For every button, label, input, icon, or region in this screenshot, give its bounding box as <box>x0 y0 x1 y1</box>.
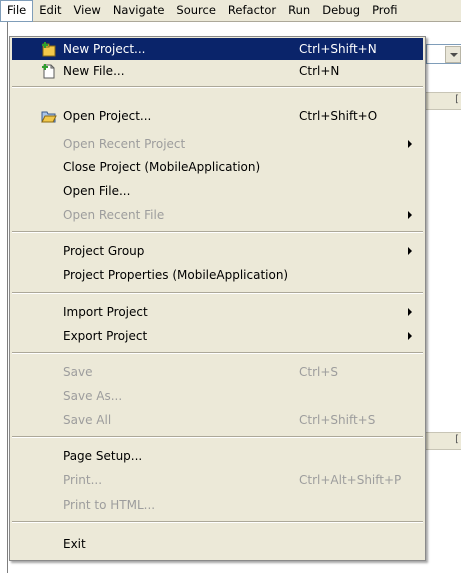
menu-item-label: Open Recent Project <box>63 137 186 151</box>
menu-item-label: Save <box>63 365 93 379</box>
menu-item-print[interactable]: Print... Ctrl+Alt+Shift+P <box>12 469 423 491</box>
menu-view[interactable]: View <box>68 0 107 22</box>
open-project-icon <box>41 111 57 123</box>
menu-refactor[interactable]: Refactor <box>222 0 282 22</box>
menu-item-shortcut: Ctrl+Alt+Shift+P <box>299 473 402 487</box>
menu-bar: File Edit View Navigate Source Refactor … <box>0 0 461 22</box>
menu-item-label: Page Setup... <box>63 449 143 463</box>
menu-item-save-as[interactable]: Save As... <box>12 385 423 407</box>
menu-item-label: Import Project <box>63 305 148 319</box>
menu-separator <box>12 292 423 294</box>
menu-separator <box>12 521 423 523</box>
menu-item-new-project[interactable]: New Project... Ctrl+Shift+N <box>12 38 423 60</box>
menu-item-label: Print to HTML... <box>63 498 156 512</box>
menu-item-exit[interactable]: Exit <box>12 533 423 555</box>
menu-item-label: Project Properties (MobileApplication) <box>63 268 289 282</box>
menu-navigate[interactable]: Navigate <box>107 0 171 22</box>
menu-item-project-properties[interactable]: Project Properties (MobileApplication) <box>12 264 423 286</box>
menu-item-label: Close Project (MobileApplication) <box>63 160 261 174</box>
menu-edit[interactable]: Edit <box>33 0 67 22</box>
submenu-arrow-icon <box>408 308 412 316</box>
menu-separator <box>12 231 423 233</box>
menu-separator <box>12 352 423 354</box>
menu-profile[interactable]: Profi <box>366 0 404 22</box>
menu-item-page-setup[interactable]: Page Setup... <box>12 445 423 467</box>
menu-separator <box>12 86 423 88</box>
menu-item-close-project[interactable]: Close Project (MobileApplication) <box>12 156 423 178</box>
file-menu-dropdown: New Project... Ctrl+Shift+N New File... … <box>9 36 426 561</box>
submenu-arrow-icon <box>408 211 412 219</box>
menu-item-open-recent-file[interactable]: Open Recent File <box>12 204 423 226</box>
background-combo-box[interactable] <box>426 44 461 64</box>
menu-item-open-file[interactable]: Open File... <box>12 180 423 202</box>
menu-item-shortcut: Ctrl+Shift+N <box>299 42 377 56</box>
new-file-icon <box>42 64 55 79</box>
menu-item-label: Save All <box>63 413 112 427</box>
menu-item-open-project[interactable]: Open Project... Ctrl+Shift+O <box>12 105 423 127</box>
menu-item-label: New Project... <box>63 42 146 56</box>
menu-file[interactable]: File <box>0 0 34 22</box>
menu-item-label: Exit <box>63 537 86 551</box>
background-panel-header: [ <box>426 92 461 110</box>
menu-item-label: Open Recent File <box>63 208 165 222</box>
submenu-arrow-icon <box>408 247 412 255</box>
menu-debug[interactable]: Debug <box>316 0 366 22</box>
menu-item-label: Export Project <box>63 329 148 343</box>
menu-item-new-file[interactable]: New File... Ctrl+N <box>12 60 423 82</box>
menu-item-open-recent-project[interactable]: Open Recent Project <box>12 133 423 155</box>
menu-item-shortcut: Ctrl+S <box>299 365 339 379</box>
menu-item-shortcut: Ctrl+N <box>299 64 340 78</box>
menu-item-label: New File... <box>63 64 125 78</box>
menu-separator <box>12 436 423 438</box>
menu-item-save[interactable]: Save Ctrl+S <box>12 361 423 383</box>
submenu-arrow-icon <box>408 140 412 148</box>
menu-item-label: Save As... <box>63 389 123 403</box>
menu-item-save-all[interactable]: Save All Ctrl+Shift+S <box>12 409 423 431</box>
menu-item-import-project[interactable]: Import Project <box>12 301 423 323</box>
background-panel-header: [ <box>426 432 461 450</box>
menu-item-shortcut: Ctrl+Shift+O <box>299 109 378 123</box>
menu-item-label: Print... <box>63 473 103 487</box>
panel-tab-icon: [ <box>455 94 459 105</box>
menu-source[interactable]: Source <box>170 0 222 22</box>
chevron-down-icon[interactable] <box>445 46 461 63</box>
background-divider <box>7 22 8 573</box>
submenu-arrow-icon <box>408 332 412 340</box>
menu-item-label: Project Group <box>63 244 145 258</box>
menu-item-export-project[interactable]: Export Project <box>12 325 423 347</box>
menu-run[interactable]: Run <box>282 0 316 22</box>
menu-item-print-to-html[interactable]: Print to HTML... <box>12 494 423 516</box>
menu-item-label: Open File... <box>63 184 131 198</box>
panel-tab-icon: [ <box>455 434 459 445</box>
menu-item-project-group[interactable]: Project Group <box>12 240 423 262</box>
new-project-icon <box>42 42 56 57</box>
menu-item-label: Open Project... <box>63 109 152 123</box>
menu-item-shortcut: Ctrl+Shift+S <box>299 413 376 427</box>
